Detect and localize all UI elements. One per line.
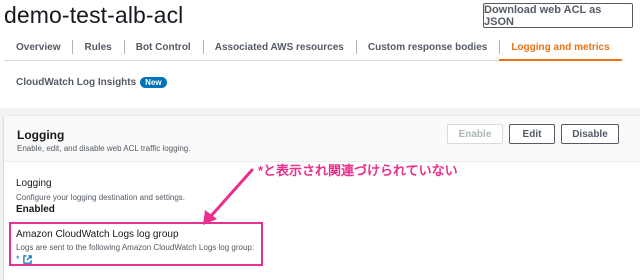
log-group-field-label: Amazon CloudWatch Logs log group xyxy=(16,229,179,240)
tab-associated-resources[interactable]: Associated AWS resources xyxy=(202,34,356,60)
new-badge: New xyxy=(140,77,167,88)
edit-button[interactable]: Edit xyxy=(509,124,555,144)
log-group-field-description: Logs are sent to the following Amazon Cl… xyxy=(16,243,255,252)
external-link-icon xyxy=(22,254,32,264)
annotation-text: *と表示され関連づけられていない xyxy=(258,163,458,178)
panel-description: Enable, edit, and disable web ACL traffi… xyxy=(17,144,191,153)
tab-custom-response-bodies[interactable]: Custom response bodies xyxy=(355,34,499,60)
panel-header: Logging Enable, edit, and disable web AC… xyxy=(4,116,640,162)
tab-logging-and-metrics[interactable]: Logging and metrics xyxy=(499,34,623,61)
log-group-value: * xyxy=(16,254,20,264)
logging-status-value: Enabled xyxy=(16,204,55,215)
tab-bot-control[interactable]: Bot Control xyxy=(123,34,203,60)
top-bar: demo-test-alb-acl Download web ACL as JS… xyxy=(0,0,640,108)
panel-title: Logging xyxy=(17,128,65,142)
subtab-cloudwatch-log-insights[interactable]: CloudWatch Log Insights xyxy=(16,77,136,88)
page-title: demo-test-alb-acl xyxy=(4,2,184,28)
tab-overview[interactable]: Overview xyxy=(4,34,72,60)
disable-button[interactable]: Disable xyxy=(561,124,619,144)
enable-button[interactable]: Enable xyxy=(447,124,503,144)
subtab-row: CloudWatch Log Insights New xyxy=(16,77,167,88)
logging-field-label: Logging xyxy=(16,178,52,189)
tab-rules[interactable]: Rules xyxy=(72,34,123,60)
logging-field-description: Configure your logging destination and s… xyxy=(16,193,185,202)
tab-bar: Overview Rules Bot Control Associated AW… xyxy=(4,34,623,61)
log-group-link[interactable]: * xyxy=(16,254,32,264)
download-json-button[interactable]: Download web ACL as JSON xyxy=(483,3,633,28)
